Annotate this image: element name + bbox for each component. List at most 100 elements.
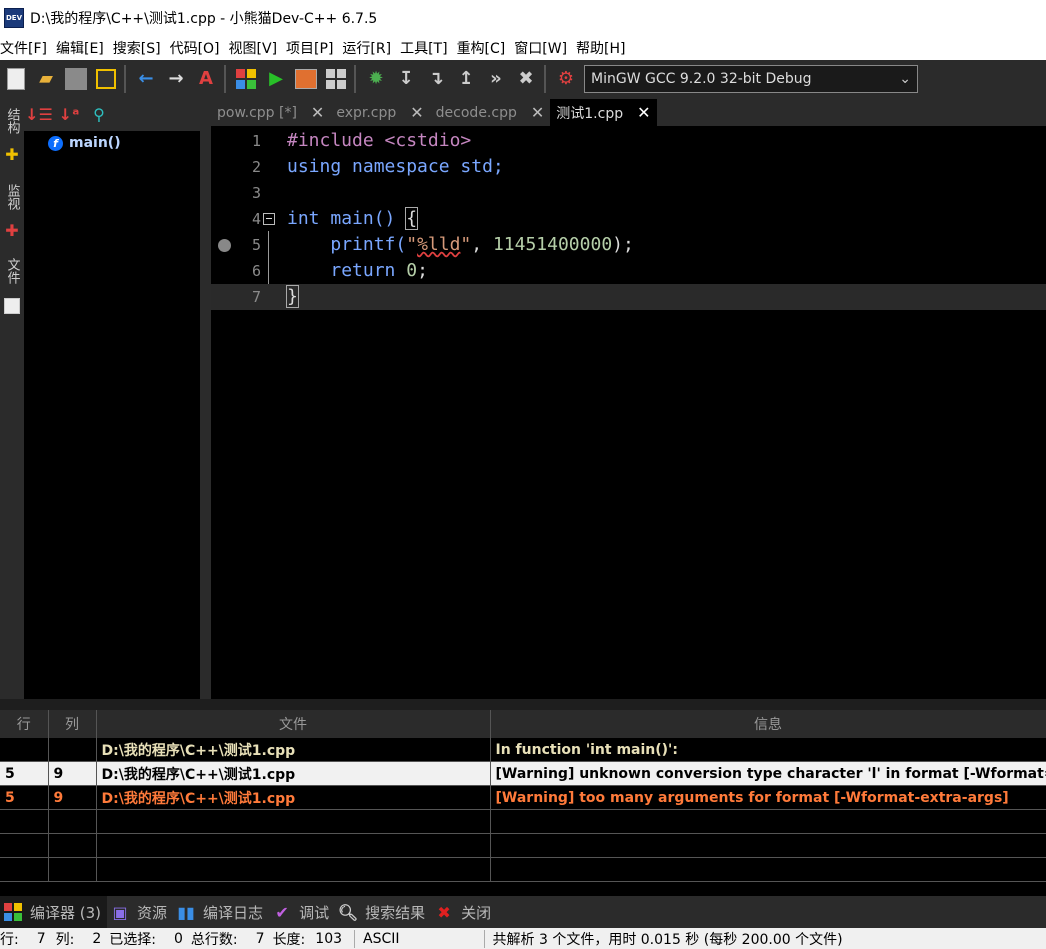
code-line[interactable]: 5 printf("%lld", 11451400000);	[211, 232, 1046, 258]
line-number: 5	[251, 236, 261, 254]
structure-item-main[interactable]: f main()	[48, 133, 200, 153]
table-row-selected[interactable]: 5 9 D:\我的程序\C++\测试1.cpp [Warning] unknow…	[0, 761, 1046, 786]
menu-code[interactable]: 代码[O]	[170, 38, 229, 58]
status-sel-label: 已选择:	[109, 931, 156, 948]
step-over-button[interactable]: ↧	[392, 65, 420, 93]
cell-line: 5	[0, 761, 49, 786]
continue-button[interactable]: »	[482, 65, 510, 93]
code-line[interactable]: 2 using namespace std;	[211, 154, 1046, 180]
menu-tools[interactable]: 工具[T]	[400, 38, 456, 58]
tab-expr-cpp[interactable]: expr.cpp ✕	[330, 99, 429, 126]
format-code-button[interactable]: A	[192, 65, 220, 93]
step-over-icon: ↧	[398, 68, 414, 89]
tab-debug[interactable]: ✔ 调试	[269, 896, 335, 928]
tab-close-panel[interactable]: ✖ 关闭	[431, 896, 497, 928]
table-row[interactable]: D:\我的程序\C++\测试1.cpp In function 'int mai…	[0, 738, 1046, 762]
cell-info: [Warning] unknown conversion type charac…	[490, 761, 1046, 786]
show-inherited-button[interactable]: ⚲	[84, 101, 114, 127]
profile-button[interactable]: ⚙	[552, 65, 580, 93]
rebuild-button[interactable]	[322, 65, 350, 93]
table-row[interactable]: 5 9 D:\我的程序\C++\测试1.cpp [Warning] too ma…	[0, 785, 1046, 810]
tab-files[interactable]: 文件	[2, 253, 22, 289]
code-text: printf("%lld", 11451400000);	[330, 234, 634, 255]
forward-button[interactable]: →	[162, 65, 190, 93]
column-header-line[interactable]: 行	[0, 710, 49, 738]
tab-label: decode.cpp	[435, 104, 517, 121]
sort-alpha-icon: ↓ᵃ	[58, 104, 80, 124]
menu-refactor[interactable]: 重构[C]	[457, 38, 515, 58]
code-text: int main() {	[287, 207, 419, 230]
menu-window[interactable]: 窗口[W]	[514, 38, 576, 58]
cell-file: D:\我的程序\C++\测试1.cpp	[96, 785, 491, 810]
close-tab-icon[interactable]: ✕	[531, 103, 544, 122]
sort-type-icon: ↓☰	[25, 104, 53, 124]
tab-structure[interactable]: 结构	[2, 103, 22, 139]
save-all-button[interactable]	[92, 65, 120, 93]
save-button[interactable]	[62, 65, 90, 93]
profile-icon: ⚙	[557, 68, 575, 89]
column-header-info[interactable]: 信息	[490, 710, 1046, 738]
close-tab-icon[interactable]: ✕	[410, 103, 423, 122]
tab-decode-cpp[interactable]: decode.cpp ✕	[430, 99, 551, 126]
menu-project[interactable]: 项目[P]	[286, 38, 342, 58]
chevron-down-icon: ⌄	[899, 70, 911, 87]
menu-bar: 文件[F] 编辑[E] 搜索[S] 代码[O] 视图[V] 项目[P] 运行[R…	[0, 36, 1046, 60]
tab-label: 搜索结果	[365, 903, 426, 922]
menu-file[interactable]: 文件[F]	[0, 38, 56, 58]
menu-edit[interactable]: 编辑[E]	[56, 38, 113, 58]
fold-toggle[interactable]	[263, 213, 275, 225]
menu-search[interactable]: 搜索[S]	[113, 38, 170, 58]
save-all-icon	[96, 68, 116, 89]
column-header-file[interactable]: 文件	[96, 710, 491, 738]
debug-button[interactable]: ✹	[362, 65, 390, 93]
close-tab-icon[interactable]: ✕	[311, 103, 324, 122]
status-encoding[interactable]: ASCII	[363, 931, 400, 947]
tab-watch[interactable]: 监视	[2, 177, 22, 217]
table-header-row: 行 列 文件 信息	[0, 710, 1046, 738]
tab-pow-cpp[interactable]: pow.cpp [*] ✕	[211, 99, 330, 126]
menu-help[interactable]: 帮助[H]	[576, 38, 634, 58]
menu-view[interactable]: 视图[V]	[229, 38, 287, 58]
run-button[interactable]: ▶	[262, 65, 290, 93]
code-text: using namespace std;	[287, 156, 504, 177]
cell-line	[0, 738, 49, 762]
code-line[interactable]: 4 int main() {	[211, 206, 1046, 232]
tab-resources[interactable]: ▣ 资源	[107, 896, 173, 928]
compile-run-button[interactable]	[292, 65, 320, 93]
close-tab-icon[interactable]: ✕	[637, 103, 650, 122]
tab-compile-log[interactable]: ▮▮ 编译日志	[173, 896, 269, 928]
new-file-icon	[7, 67, 25, 90]
open-file-button[interactable]: ▰	[32, 65, 60, 93]
step-out-button[interactable]: ↥	[452, 65, 480, 93]
step-into-button[interactable]: ↴	[422, 65, 450, 93]
code-line[interactable]: 6 return 0;	[211, 258, 1046, 284]
tab-search-results[interactable]: 🔍︎ 搜索结果	[335, 896, 431, 928]
sort-by-type-button[interactable]: ↓☰	[24, 101, 54, 127]
tab-compiler[interactable]: 编译器 (3)	[0, 896, 108, 928]
new-file-button[interactable]	[2, 65, 30, 93]
play-icon: ▶	[269, 68, 283, 89]
debug-check-icon: ✔	[275, 902, 289, 922]
back-button[interactable]: ←	[132, 65, 160, 93]
status-len-value: 103	[315, 930, 343, 947]
code-line[interactable]: 1 #include <cstdio>	[211, 128, 1046, 154]
compile-log-icon: ▮▮	[177, 902, 195, 922]
arrow-left-icon: ←	[138, 68, 154, 89]
line-number: 4	[251, 210, 261, 228]
code-line[interactable]: 3	[211, 180, 1046, 206]
line-number: 2	[251, 158, 261, 176]
compiler-messages-panel: 行 列 文件 信息 D:\我的程序\C++\测试1.cpp In functio…	[0, 710, 1046, 896]
cell-col: 9	[48, 785, 97, 810]
compile-button[interactable]	[232, 65, 260, 93]
panel-splitter[interactable]	[200, 97, 211, 699]
breakpoint-marker[interactable]	[218, 239, 231, 252]
code-editor[interactable]: 1 #include <cstdio> 2 using namespace st…	[211, 126, 1046, 699]
menu-run[interactable]: 运行[R]	[342, 38, 400, 58]
column-header-col[interactable]: 列	[48, 710, 97, 738]
compiler-select[interactable]: MinGW GCC 9.2.0 32-bit Debug ⌄	[584, 64, 918, 93]
fast-forward-icon: »	[490, 68, 502, 89]
code-line-current[interactable]: 7 }	[211, 284, 1046, 310]
sort-alpha-button[interactable]: ↓ᵃ	[54, 101, 84, 127]
stop-button[interactable]: ✖	[512, 65, 540, 93]
tab-test1-cpp[interactable]: 测试1.cpp ✕	[550, 99, 657, 126]
